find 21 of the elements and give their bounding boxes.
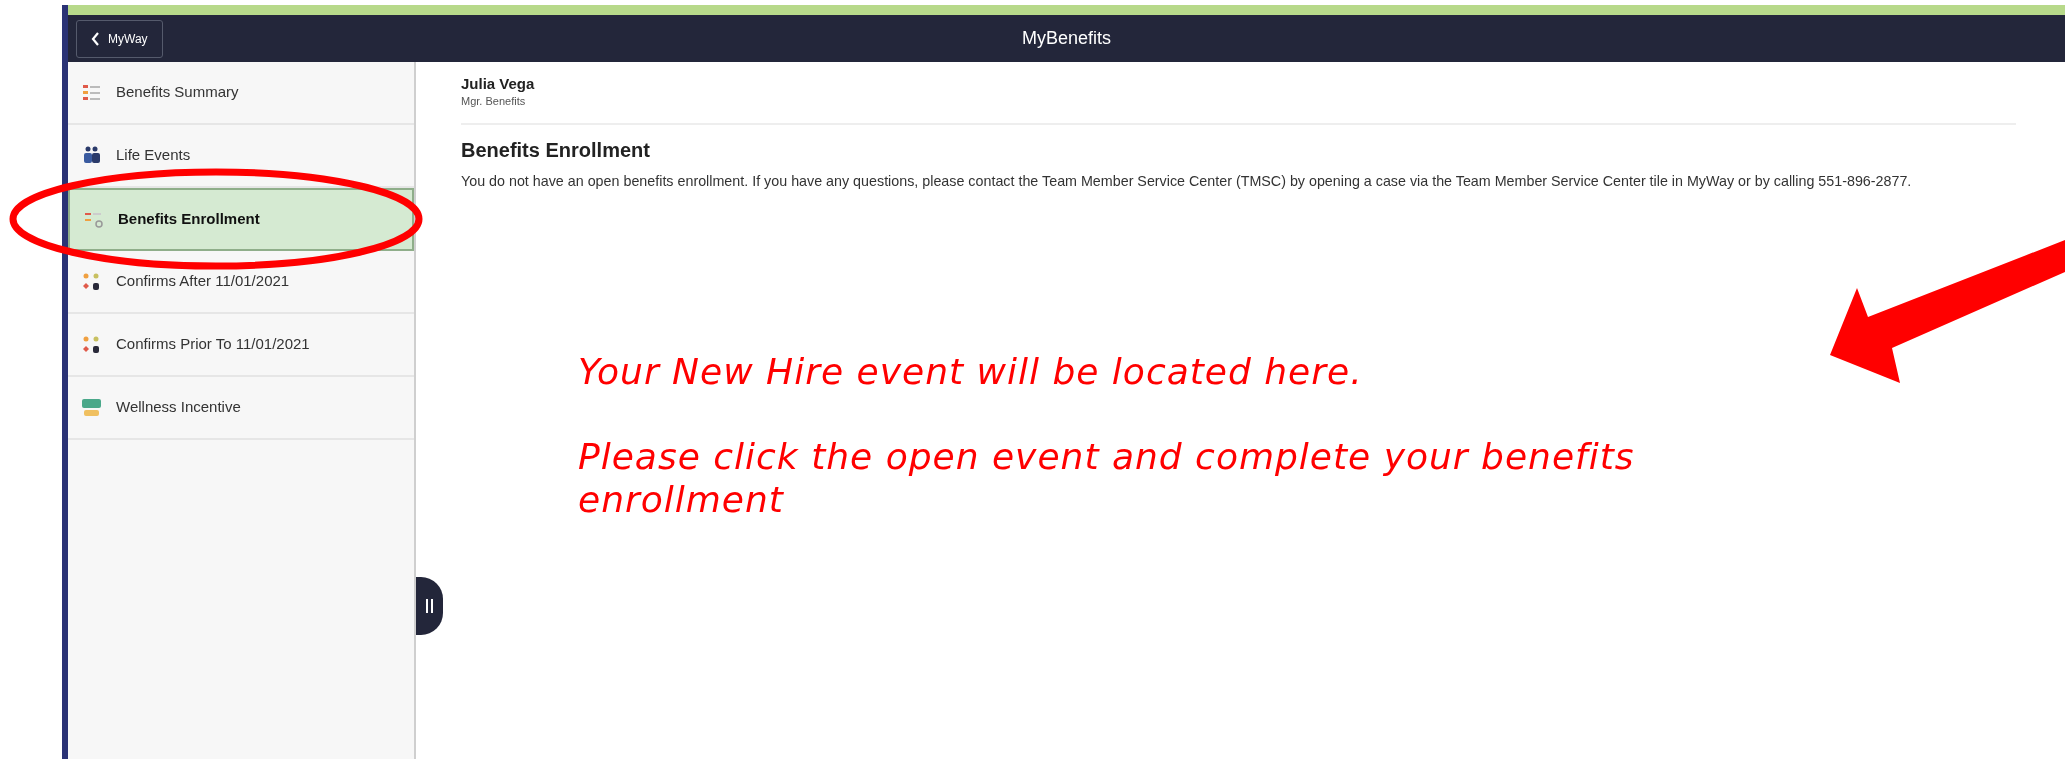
list-icon <box>82 82 102 103</box>
people-icon <box>82 334 102 355</box>
back-button[interactable]: MyWay <box>76 19 163 58</box>
sidebar-item[interactable]: Wellness Incentive <box>68 377 414 440</box>
pause-icon <box>425 598 434 614</box>
card-icon <box>82 397 102 418</box>
page-title: Benefits Enrollment <box>461 138 651 163</box>
chevron-left-icon <box>91 31 100 46</box>
annotation-text: Your New Hire event will be located here. <box>578 350 1364 394</box>
message-text: You do not have an open benefits enrollment. If you have any questions, please contact the Team Member Service Center (TMSC) by opening a case via the Team Member Service Center tile in MyWay or by calling 551-896-2877. <box>461 173 1913 191</box>
collapse-handle[interactable] <box>416 577 443 635</box>
people-icon <box>82 145 102 166</box>
app-title: MyBenefits <box>1022 27 1111 50</box>
user-name: Julia Vega <box>461 76 536 93</box>
sidebar-item[interactable]: Benefits Summary <box>68 62 414 125</box>
people-icon <box>82 271 102 292</box>
sidebar-item[interactable]: Confirms Prior To 11/01/2021 <box>68 314 414 377</box>
sidebar-item[interactable]: Confirms After 11/01/2021 <box>68 251 414 314</box>
annotation-text: Please click the open event and complete your benefits enrollment <box>578 435 1636 522</box>
user-job-title: Mgr. Benefits <box>461 93 527 109</box>
sidebar-item[interactable]: Benefits Enrollment <box>68 188 414 251</box>
